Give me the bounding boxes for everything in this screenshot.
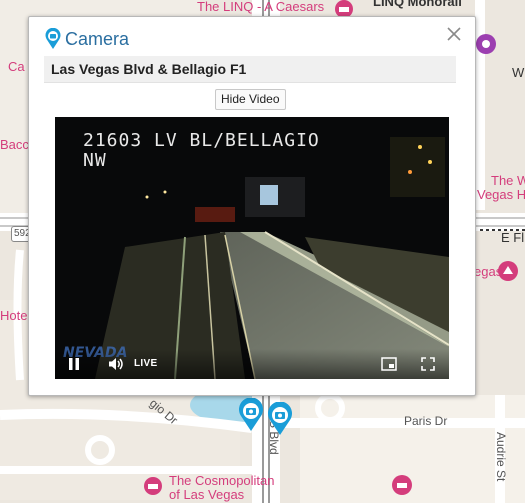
poi-label-bacc[interactable]: Bacc <box>0 138 29 152</box>
hotel-marker-icon[interactable] <box>143 476 163 496</box>
camera-marker-icon[interactable] <box>267 402 293 436</box>
map-label-wi: Wi <box>512 65 525 80</box>
hide-video-button[interactable]: Hide Video <box>215 89 286 110</box>
attraction-marker-icon[interactable] <box>475 33 497 55</box>
poi-label-hote[interactable]: Hote <box>0 309 27 323</box>
poi-label-linq-monorail[interactable]: LINQ Monorail <box>373 0 462 9</box>
casino-marker-icon[interactable] <box>497 260 519 282</box>
video-controls: LIVE <box>55 349 449 379</box>
camera-marker-icon[interactable] <box>238 398 264 432</box>
map-label-e-fl: E Fl <box>501 230 525 245</box>
camera-location-name: Las Vegas Blvd & Bellagio F1 <box>51 61 247 77</box>
hotel-marker-icon[interactable] <box>391 474 413 496</box>
volume-icon[interactable] <box>108 357 124 371</box>
live-indicator: LIVE <box>134 358 158 369</box>
camera-marker-icon <box>45 28 61 49</box>
poi-label-cosmopolitan-2[interactable]: of Las Vegas <box>169 488 244 502</box>
camera-video-player[interactable]: NEVADA 21603 LV BL/BELLAGIO NW LIVE <box>55 117 449 379</box>
close-icon <box>447 27 461 41</box>
street-label-audrie-st: Audrie St <box>494 432 508 482</box>
location-bar: Las Vegas Blvd & Bellagio F1 <box>44 56 456 83</box>
poi-label-vegas-h[interactable]: Vegas H <box>477 188 525 202</box>
camera-id-overlay: 21603 LV BL/BELLAGIO NW <box>83 131 320 171</box>
poi-label-the-w[interactable]: The W <box>491 174 525 188</box>
poi-label-linq[interactable]: The LINQ - A Caesars <box>197 0 324 14</box>
picture-in-picture-icon[interactable] <box>381 357 397 371</box>
camera-popup: Camera Las Vegas Blvd & Bellagio F1 Hide… <box>28 16 476 396</box>
pause-icon[interactable] <box>68 358 80 370</box>
popup-title: Camera <box>65 28 130 49</box>
camera-direction-text: NW <box>83 150 107 171</box>
poi-label-ca[interactable]: Ca <box>8 60 25 74</box>
poi-label-cosmopolitan-1[interactable]: The Cosmopolitan <box>169 474 275 488</box>
fullscreen-icon[interactable] <box>421 357 435 371</box>
camera-id-text: 21603 LV BL/BELLAGIO <box>83 130 320 151</box>
popup-header: Camera <box>45 27 129 51</box>
close-button[interactable] <box>445 23 463 45</box>
street-label-paris-dr: Paris Dr <box>404 414 448 428</box>
